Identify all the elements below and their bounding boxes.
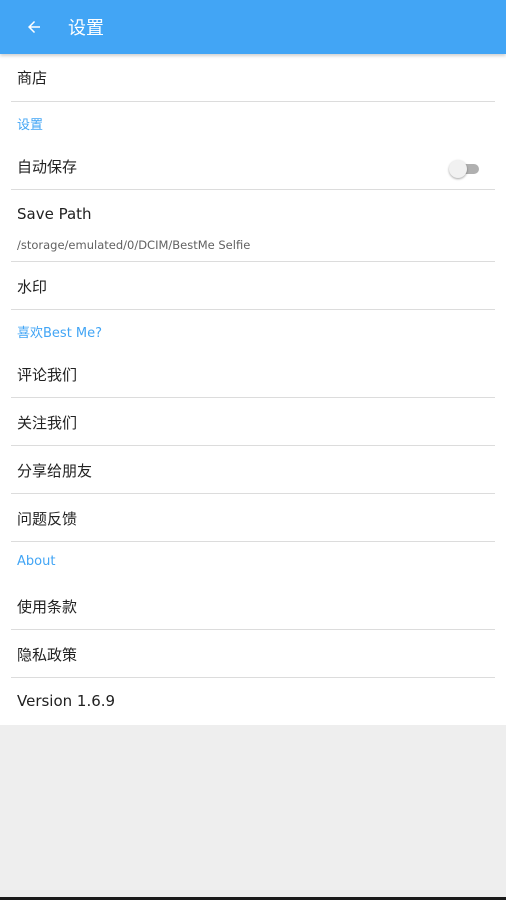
follow-us-item[interactable]: 关注我们 (11, 398, 495, 446)
section-header-settings: 设置 (17, 118, 44, 133)
app-bar: 设置 (0, 0, 506, 54)
share-label: 分享给朋友 (17, 462, 93, 480)
store-label: 商店 (17, 69, 48, 87)
settings-list: 商店 设置 自动保存 Save Path /storage/emulated/0… (0, 54, 506, 725)
version-label: Version 1.6.9 (17, 692, 116, 710)
version-item: Version 1.6.9 (11, 678, 495, 725)
terms-label: 使用条款 (17, 598, 78, 616)
share-item[interactable]: 分享给朋友 (11, 446, 495, 494)
terms-item[interactable]: 使用条款 (11, 582, 495, 630)
section-header-about: About (17, 554, 56, 569)
store-item[interactable]: 商店 (11, 54, 495, 102)
arrow-left-icon (28, 21, 40, 33)
toggle-thumb (449, 160, 467, 178)
watermark-item[interactable]: 水印 (11, 262, 495, 310)
feedback-label: 问题反馈 (17, 510, 78, 528)
autosave-toggle[interactable] (449, 159, 481, 179)
follow-us-label: 关注我们 (17, 414, 78, 432)
feedback-item[interactable]: 问题反馈 (11, 494, 495, 542)
rate-us-item[interactable]: 评论我们 (11, 350, 495, 398)
privacy-item[interactable]: 隐私政策 (11, 630, 495, 678)
autosave-item[interactable]: 自动保存 (11, 141, 495, 190)
page-title: 设置 (68, 18, 104, 39)
save-path-value: /storage/emulated/0/DCIM/BestMe Selfie (17, 238, 251, 252)
save-path-label: Save Path (17, 205, 92, 223)
watermark-label: 水印 (17, 278, 48, 296)
privacy-label: 隐私政策 (17, 646, 78, 664)
section-header-like: 喜欢Best Me? (17, 326, 103, 341)
save-path-item[interactable]: Save Path /storage/emulated/0/DCIM/BestM… (11, 190, 495, 262)
autosave-label: 自动保存 (17, 158, 78, 176)
rate-us-label: 评论我们 (17, 366, 78, 384)
back-button[interactable] (18, 11, 50, 43)
